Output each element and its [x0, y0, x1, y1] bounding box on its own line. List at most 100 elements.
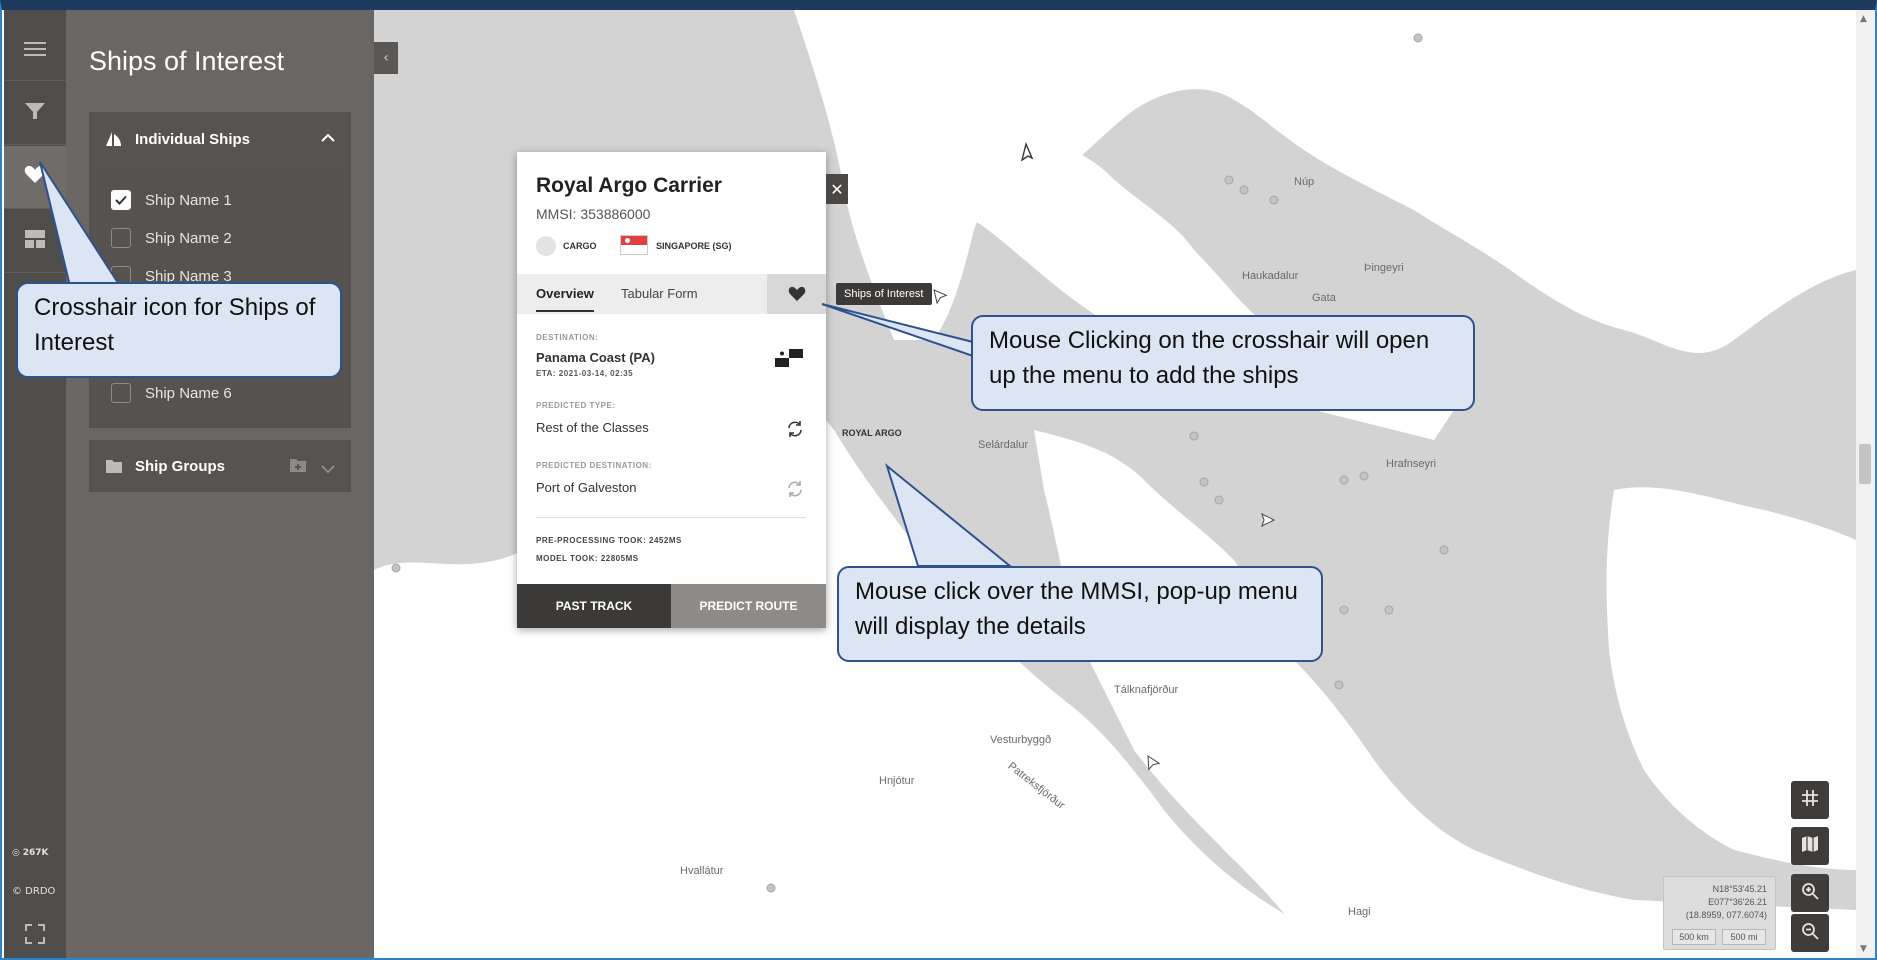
place-label: Þingeyri: [1364, 262, 1404, 274]
eta-value: ETA: 2021-03-14, 02:35: [536, 369, 634, 378]
model-time: MODEL TOOK: 22805MS: [536, 554, 639, 563]
ship-list-item[interactable]: Ship Name 2: [111, 227, 232, 249]
vessel-popup: Royal Argo Carrier MMSI: 353886000 CARGO…: [517, 152, 826, 628]
menu-button[interactable]: [4, 20, 66, 82]
grid-button[interactable]: [1791, 781, 1829, 819]
destination-caption: DESTINATION:: [536, 333, 599, 342]
ship-groups-section: Ship Groups: [89, 440, 351, 492]
predicted-destination-caption: PREDICTED DESTINATION:: [536, 461, 652, 470]
vessel-type: CARGO: [563, 241, 597, 251]
preprocessing-time: PRE-PROCESSING TOOK: 2452MS: [536, 536, 682, 545]
predict-route-button[interactable]: PREDICT ROUTE: [671, 584, 826, 628]
left-rail: ◎ 267K © DRDO: [4, 10, 66, 958]
latitude: N18°53'45.21: [1712, 884, 1767, 894]
place-label: Selárdalur: [978, 439, 1029, 451]
callout-crosshair: Crosshair icon for Ships of Interest: [16, 282, 342, 378]
heart-icon: [788, 286, 805, 301]
zoom-in-button[interactable]: [1791, 874, 1829, 912]
map-icon: [1801, 835, 1819, 857]
refresh-icon[interactable]: [786, 480, 804, 503]
hamburger-icon: [24, 40, 46, 62]
destination-value: Panama Coast (PA): [536, 350, 655, 365]
place-label: Hagi: [1348, 906, 1371, 918]
vessel-name: Royal Argo Carrier: [536, 174, 722, 197]
place-label: Haukadalur: [1242, 270, 1299, 282]
vessel-mmsi[interactable]: MMSI: 353886000: [536, 206, 650, 222]
ships-of-interest-tooltip: Ships of Interest: [836, 283, 932, 305]
place-label: Núp: [1294, 176, 1315, 188]
scale-km: 500 km: [1672, 929, 1716, 945]
coordinates-panel: N18°53'45.21 E077°36'26.21 (18.8959, 077…: [1663, 876, 1776, 950]
layers-button[interactable]: [4, 210, 66, 272]
individual-ships-section: Individual Ships Ship Name 1 Ship Name 2…: [89, 112, 351, 428]
checkbox[interactable]: [111, 383, 131, 403]
funnel-icon: [24, 101, 46, 125]
checkbox-checked[interactable]: [111, 190, 131, 210]
fullscreen-button[interactable]: [4, 916, 66, 956]
collapse-panel-button[interactable]: ‹: [374, 42, 398, 74]
heart-icon: [24, 165, 46, 189]
panama-flag-icon: [775, 349, 803, 367]
ship-name: Ship Name 2: [145, 229, 232, 247]
scrollbar[interactable]: [1856, 10, 1875, 958]
ship-groups-header[interactable]: Ship Groups: [89, 440, 351, 492]
singapore-flag-icon: [620, 235, 648, 255]
vessel-flag: SINGAPORE (SG): [656, 241, 732, 251]
longitude: E077°36'26.21: [1708, 897, 1767, 907]
map-style-button[interactable]: [1791, 827, 1829, 865]
grid-icon: [1801, 789, 1819, 811]
fullscreen-icon: [25, 924, 45, 948]
place-label: Hrafnseyri: [1386, 458, 1437, 470]
zoom-out-button[interactable]: [1791, 914, 1829, 952]
vessel-type-icon: [536, 236, 556, 256]
place-label: Vesturbyggð: [990, 734, 1052, 746]
zoom-out-icon: [1801, 922, 1819, 944]
panel-title: Ships of Interest: [89, 46, 285, 76]
tab-overview[interactable]: Overview: [536, 286, 594, 312]
place-label: Hvallátur: [680, 865, 724, 877]
ship-name: Ship Name 1: [145, 191, 232, 209]
tab-bar: Overview Tabular Form: [517, 274, 826, 314]
place-label: Gata: [1312, 292, 1336, 304]
callout-mouse-click: Mouse Clicking on the crosshair will ope…: [971, 315, 1475, 411]
individual-ships-header[interactable]: Individual Ships: [89, 112, 351, 166]
folder-icon: [105, 457, 123, 475]
sailboat-icon: [105, 130, 123, 148]
tab-tabular-form[interactable]: Tabular Form: [621, 286, 698, 301]
dashboard-icon: [24, 229, 46, 253]
chevron-up-icon[interactable]: [321, 130, 335, 147]
chevron-down-icon[interactable]: [321, 461, 335, 478]
refresh-icon[interactable]: [786, 420, 804, 443]
scroll-down-arrow[interactable]: ▼: [1860, 944, 1867, 954]
predicted-type-caption: PREDICTED TYPE:: [536, 401, 616, 410]
filter-button[interactable]: [4, 82, 66, 144]
ship-list-item[interactable]: Ship Name 6: [111, 382, 232, 404]
decimal-coords: (18.8959, 077.6074): [1685, 910, 1767, 920]
place-label: Hnjótur: [879, 775, 915, 787]
vessel-count: ◎ 267K: [12, 848, 49, 858]
scale-mi: 500 mi: [1722, 929, 1766, 945]
section-label: Ship Groups: [135, 457, 225, 475]
scrollbar-thumb[interactable]: [1859, 444, 1871, 484]
close-popup-button[interactable]: ✕: [826, 174, 848, 204]
predicted-type-value: Rest of the Classes: [536, 420, 649, 435]
vessel-label[interactable]: ROYAL ARGO: [842, 428, 902, 438]
predicted-destination-value: Port of Galveston: [536, 480, 637, 495]
ship-list-item[interactable]: Ship Name 1: [111, 189, 232, 211]
place-label: Tálknafjörður: [1114, 684, 1179, 696]
ships-of-interest-toggle[interactable]: [767, 274, 826, 314]
ships-of-interest-button[interactable]: [4, 146, 66, 208]
divider: [536, 517, 806, 518]
close-icon: ✕: [830, 179, 844, 199]
callout-mmsi: Mouse click over the MMSI, pop-up menu w…: [837, 566, 1323, 662]
ships-of-interest-panel: Ships of Interest Individual Ships Ship …: [66, 10, 374, 958]
zoom-in-icon: [1801, 882, 1819, 904]
chevron-left-icon: ‹: [383, 50, 389, 66]
scroll-up-arrow[interactable]: ▲: [1860, 14, 1867, 24]
past-track-button[interactable]: PAST TRACK: [517, 584, 671, 628]
add-folder-icon[interactable]: [289, 457, 307, 477]
ship-name: Ship Name 6: [145, 384, 232, 402]
section-label: Individual Ships: [135, 130, 251, 148]
checkbox[interactable]: [111, 228, 131, 248]
copyright-label: © DRDO: [12, 886, 56, 897]
